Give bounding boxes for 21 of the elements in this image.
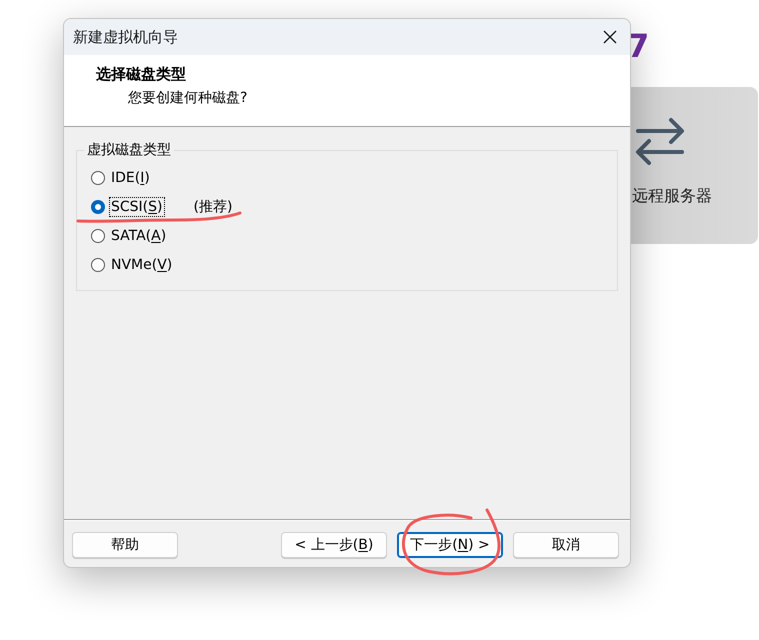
option-label[interactable]: SCSI(S): [110, 198, 164, 216]
group-label: 虚拟磁盘类型: [86, 141, 172, 159]
next-button[interactable]: 下一步(N) >: [397, 532, 503, 558]
radio-button[interactable]: [91, 258, 105, 272]
recommended-note: (推荐): [194, 198, 232, 216]
option-label[interactable]: SATA(A): [110, 226, 168, 244]
radio-button[interactable]: [91, 228, 105, 242]
heading-text: 7: [627, 26, 650, 66]
back-button[interactable]: < 上一步(B): [281, 532, 387, 558]
card-label: 远程服务器: [632, 185, 712, 207]
cancel-button[interactable]: 取消: [513, 532, 619, 558]
option-label[interactable]: IDE(I): [110, 168, 151, 186]
radio-button[interactable]: [91, 170, 105, 184]
radio-button[interactable]: [91, 200, 105, 214]
page-title: 选择磁盘类型: [96, 64, 186, 84]
window-title: 新建虚拟机向导: [73, 28, 178, 46]
help-button[interactable]: 帮助: [72, 532, 178, 558]
option-label[interactable]: NVMe(V): [110, 256, 174, 274]
page-subtitle: 您要创建何种磁盘?: [128, 89, 248, 108]
close-icon[interactable]: [603, 30, 617, 44]
two-arrows-icon: [635, 117, 685, 165]
